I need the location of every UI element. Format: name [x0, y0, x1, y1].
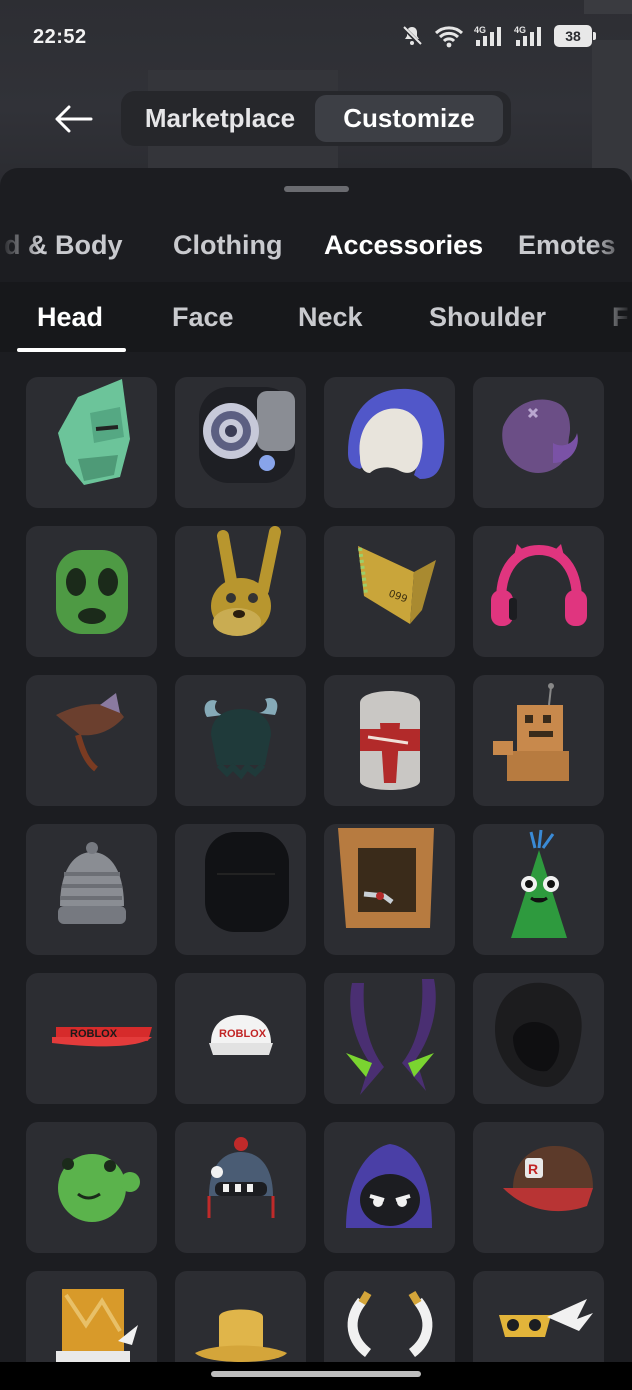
signal-4g-icon: 4G	[514, 24, 544, 48]
item-tile-yellow-rabbit-head[interactable]	[175, 526, 306, 657]
item-tile-red-visor[interactable]: ROBLOX	[26, 973, 157, 1104]
tab-face[interactable]: Face	[172, 302, 234, 333]
tab-clothing[interactable]: Clothing	[173, 230, 282, 261]
black-head-icon	[205, 832, 289, 932]
white-cap-icon: ROBLOX	[209, 1015, 273, 1055]
signal-4g-icon: 4G	[474, 24, 504, 48]
purple-green-horns-icon	[346, 979, 436, 1095]
battery-icon: 38	[554, 25, 596, 47]
cardboard-box-head-icon	[338, 828, 434, 928]
item-tile-cardboard-box-head[interactable]	[324, 824, 455, 955]
item-tile-robot-beanie[interactable]	[175, 1122, 306, 1253]
tab-marketplace[interactable]: Marketplace	[125, 95, 315, 142]
cake-top-hat-icon	[56, 1289, 138, 1362]
purple-ninja-mask-icon	[502, 399, 578, 474]
network-type-label: 4G	[474, 25, 486, 35]
brown-red-cap-icon: R	[503, 1146, 593, 1212]
tab-head[interactable]: Head	[37, 302, 103, 333]
active-tab-indicator	[17, 348, 126, 352]
scroll-fade	[0, 220, 40, 278]
network-type-label: 4G	[514, 25, 526, 35]
cap-logo-text: ROBLOX	[219, 1028, 267, 1040]
home-gesture-handle[interactable]	[211, 1371, 421, 1377]
clock: 22:52	[33, 26, 87, 48]
item-tile-purple-ninja-mask[interactable]	[473, 377, 604, 508]
green-cactus-head-icon	[56, 550, 128, 634]
green-golem-helmet-icon	[58, 379, 130, 485]
tab-neck[interactable]: Neck	[298, 302, 363, 333]
item-tile-pink-cat-headphones[interactable]	[473, 526, 604, 657]
category-tabs: d & Body Clothing Accessories Emotes	[0, 220, 632, 278]
golden-ticket-hat-icon: 099	[358, 546, 436, 624]
green-blob-head-icon	[58, 1154, 140, 1222]
item-tile-grey-beanie[interactable]	[26, 824, 157, 955]
item-grid: 099 ROBLOX ROBLOX R	[26, 377, 606, 1362]
item-tile-blue-hood[interactable]	[324, 377, 455, 508]
golden-horns-icon	[347, 1290, 433, 1357]
winged-mask-icon	[499, 1299, 593, 1337]
item-tile-white-cap[interactable]: ROBLOX	[175, 973, 306, 1104]
item-tile-golden-ticket-hat[interactable]: 099	[324, 526, 455, 657]
scroll-fade	[592, 282, 632, 352]
cap-logo-text: R	[528, 1161, 538, 1177]
item-tile-golden-horns[interactable]	[324, 1271, 455, 1362]
item-tile-cake-top-hat[interactable]	[26, 1271, 157, 1362]
item-tile-purple-hood-face[interactable]	[324, 1122, 455, 1253]
green-party-hat-creature-icon	[511, 829, 567, 938]
white-red-knight-helmet-icon	[360, 691, 420, 790]
yellow-hat-icon	[195, 1309, 287, 1362]
item-tile-horned-viking-helmet[interactable]	[175, 675, 306, 806]
battery-level: 38	[565, 28, 581, 44]
back-button[interactable]	[50, 98, 96, 140]
sheet-drag-handle[interactable]	[284, 186, 349, 192]
yellow-rabbit-head-icon	[211, 526, 281, 636]
item-tile-black-head[interactable]	[175, 824, 306, 955]
brown-feather-hat-icon	[56, 693, 124, 772]
item-tile-brown-red-cap[interactable]: R	[473, 1122, 604, 1253]
tab-accessories[interactable]: Accessories	[324, 230, 483, 261]
blue-hood-icon	[348, 388, 445, 479]
item-tile-cardboard-box-robot[interactable]	[473, 675, 604, 806]
pink-cat-headphones-icon	[491, 544, 587, 626]
item-tile-brown-feather-hat[interactable]	[26, 675, 157, 806]
status-bar: 22:52 4G 4G 38	[0, 0, 632, 76]
mute-icon	[400, 24, 424, 48]
item-tile-green-cactus-head[interactable]	[26, 526, 157, 657]
scroll-fade	[592, 220, 632, 278]
item-tile-white-red-knight-helmet[interactable]	[324, 675, 455, 806]
item-tile-robot-speaker-head[interactable]	[175, 377, 306, 508]
item-tile-winged-mask[interactable]	[473, 1271, 604, 1362]
item-tile-purple-green-horns[interactable]	[324, 973, 455, 1104]
horned-viking-helmet-icon	[204, 697, 278, 780]
subcategory-tabs: Head Face Neck Shoulder F	[0, 282, 632, 352]
robot-beanie-icon	[207, 1137, 275, 1218]
black-hood-icon	[495, 982, 582, 1087]
red-visor-icon: ROBLOX	[52, 1027, 152, 1047]
cardboard-box-robot-icon	[493, 683, 569, 781]
tab-shoulder[interactable]: Shoulder	[429, 302, 546, 333]
purple-hood-face-icon	[346, 1144, 432, 1228]
item-tile-green-golem-helmet[interactable]	[26, 377, 157, 508]
mode-switch: Marketplace Customize	[121, 91, 511, 146]
item-tile-green-blob-head[interactable]	[26, 1122, 157, 1253]
item-tile-green-party-hat-creature[interactable]	[473, 824, 604, 955]
arrow-left-icon	[55, 105, 93, 133]
item-tile-yellow-hat[interactable]	[175, 1271, 306, 1362]
wifi-icon	[434, 24, 464, 48]
item-tile-black-hood[interactable]	[473, 973, 604, 1104]
grey-beanie-icon	[58, 842, 126, 924]
robot-speaker-head-icon	[199, 387, 295, 483]
tab-customize[interactable]: Customize	[315, 95, 503, 142]
visor-logo-text: ROBLOX	[70, 1028, 118, 1040]
